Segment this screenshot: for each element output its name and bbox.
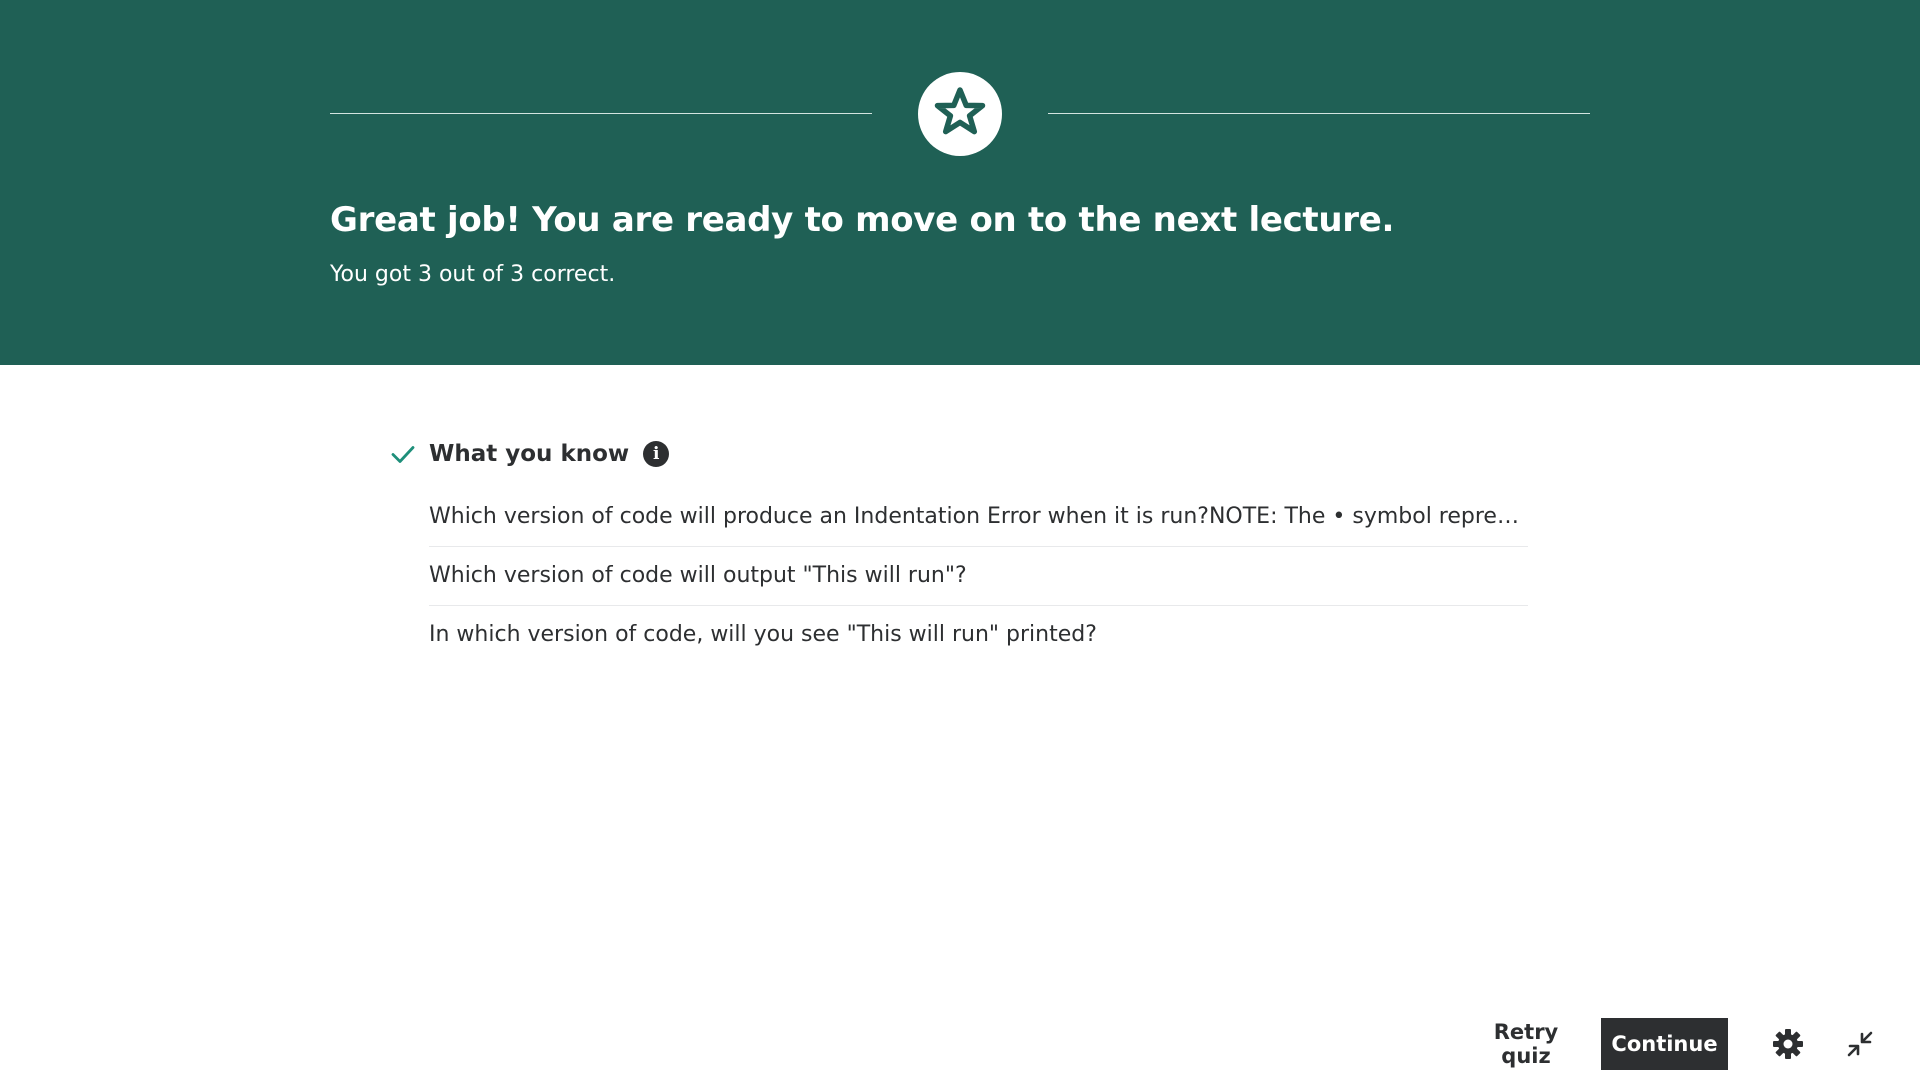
question-item: Which version of code will produce an In… (429, 488, 1528, 547)
section-header: What you know i (390, 436, 1528, 472)
question-list: Which version of code will produce an In… (429, 488, 1528, 664)
collapse-icon[interactable] (1842, 1026, 1878, 1062)
footer-toolbar: Retry quiz Continue (0, 1018, 1920, 1070)
checkmark-icon (390, 441, 416, 467)
what-you-know-section: What you know i Which version of code wi… (390, 436, 1528, 664)
info-icon[interactable]: i (643, 441, 670, 467)
result-title: Great job! You are ready to move on to t… (330, 200, 1395, 240)
question-item: In which version of code, will you see "… (429, 622, 1097, 647)
retry-quiz-button[interactable]: Retry quiz (1462, 1018, 1590, 1070)
gear-icon[interactable] (1770, 1026, 1806, 1062)
banner-divider-right (1048, 113, 1590, 114)
section-title: What you know (429, 441, 630, 467)
continue-button[interactable]: Continue (1601, 1018, 1728, 1070)
banner-divider-left (330, 113, 872, 114)
star-icon (934, 86, 986, 142)
star-badge (918, 72, 1002, 156)
question-item: Which version of code will output "This … (429, 547, 1528, 606)
results-banner: Great job! You are ready to move on to t… (0, 0, 1920, 365)
score-summary: You got 3 out of 3 correct. (330, 262, 616, 287)
